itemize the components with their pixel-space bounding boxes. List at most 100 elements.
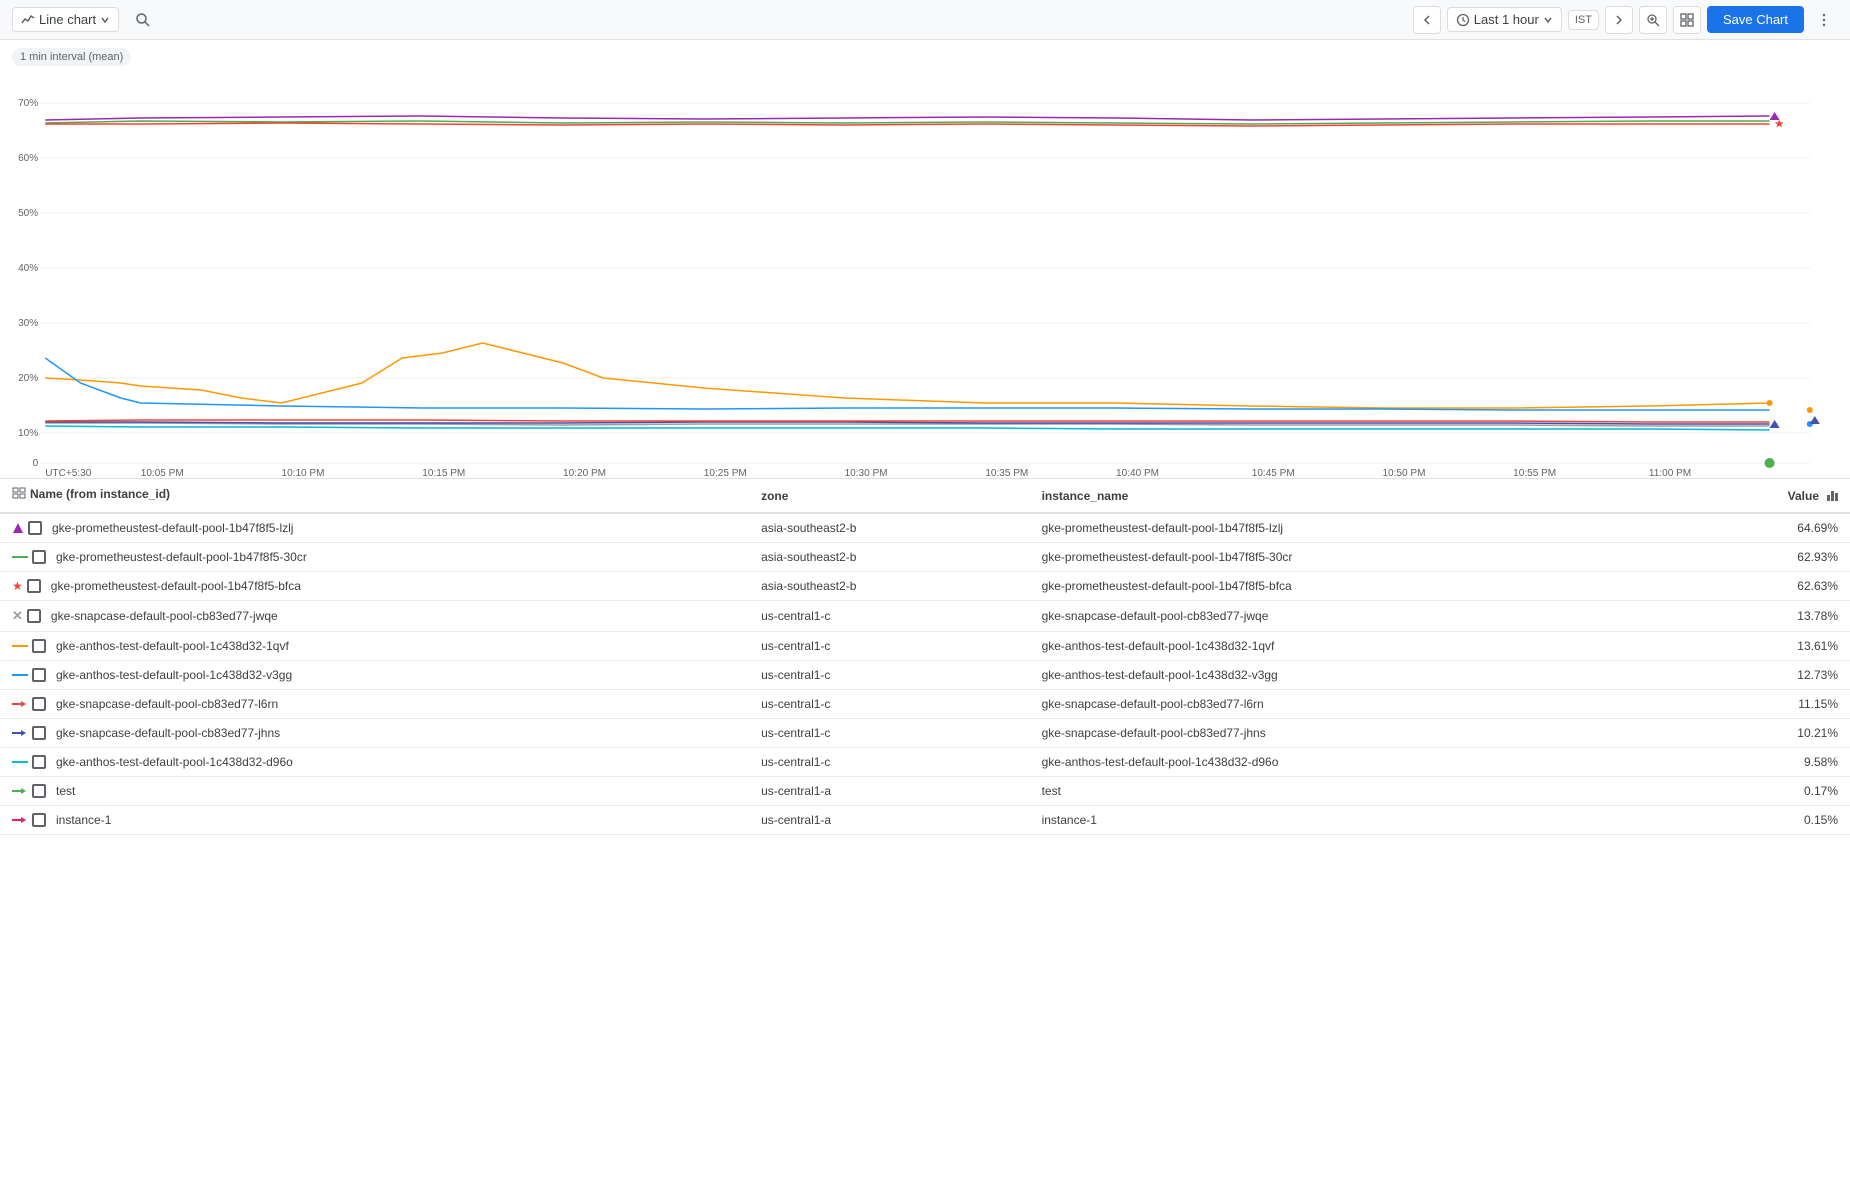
row-checkbox[interactable] xyxy=(32,755,46,769)
svg-text:10:20 PM: 10:20 PM xyxy=(563,468,606,478)
cell-instance: gke-anthos-test-default-pool-1c438d32-v3… xyxy=(1030,661,1676,690)
expand-button[interactable] xyxy=(1673,6,1701,34)
cell-name: gke-anthos-test-default-pool-1c438d32-d9… xyxy=(0,748,749,777)
cell-zone: us-central1-c xyxy=(749,632,1030,661)
table-row: ✕ gke-snapcase-default-pool-cb83ed77-jwq… xyxy=(0,601,1850,632)
toolbar: Line chart Last 1 hour xyxy=(0,0,1850,40)
row-checkbox[interactable] xyxy=(27,579,41,593)
time-chevron-down-icon xyxy=(1543,15,1553,25)
cell-value: 9.58% xyxy=(1675,748,1850,777)
row-checkbox[interactable] xyxy=(32,697,46,711)
cell-value: 62.63% xyxy=(1675,572,1850,601)
chart-svg: 70% 60% 50% 40% 30% 20% 10% 0 UTC+5:30 1… xyxy=(0,48,1850,478)
table-icon xyxy=(12,487,26,501)
cell-value: 13.78% xyxy=(1675,601,1850,632)
row-name-text: gke-prometheustest-default-pool-1b47f8f5… xyxy=(56,550,307,564)
table-row: instance-1 us-central1-a instance-1 0.15… xyxy=(0,806,1850,835)
col-name-label: Name (from instance_id) xyxy=(30,487,170,501)
svg-text:20%: 20% xyxy=(18,373,38,384)
cell-zone: us-central1-c xyxy=(749,690,1030,719)
marker-line-icon xyxy=(12,641,28,651)
table-container: Name (from instance_id) zone instance_na… xyxy=(0,479,1850,835)
svg-text:11:00 PM: 11:00 PM xyxy=(1649,468,1691,478)
cell-instance: gke-snapcase-default-pool-cb83ed77-jwqe xyxy=(1030,601,1676,632)
row-checkbox[interactable] xyxy=(32,550,46,564)
save-chart-button[interactable]: Save Chart xyxy=(1707,6,1804,33)
svg-text:10:55 PM: 10:55 PM xyxy=(1513,468,1556,478)
row-checkbox[interactable] xyxy=(28,521,42,535)
cell-instance: test xyxy=(1030,777,1676,806)
svg-text:40%: 40% xyxy=(18,263,38,274)
cell-name: gke-snapcase-default-pool-cb83ed77-jhns xyxy=(0,719,749,748)
marker-arrow-icon xyxy=(12,699,28,709)
row-checkbox[interactable] xyxy=(27,609,41,623)
row-name-text: gke-snapcase-default-pool-cb83ed77-jhns xyxy=(56,726,280,740)
prev-time-button[interactable] xyxy=(1413,6,1441,34)
table-row: gke-anthos-test-default-pool-1c438d32-d9… xyxy=(0,748,1850,777)
svg-text:70%: 70% xyxy=(18,98,38,109)
col-header-zone[interactable]: zone xyxy=(749,479,1030,513)
cell-name: ✕ gke-snapcase-default-pool-cb83ed77-jwq… xyxy=(0,601,749,632)
cell-value: 0.17% xyxy=(1675,777,1850,806)
time-range-button[interactable]: Last 1 hour xyxy=(1447,7,1562,32)
cell-instance: gke-snapcase-default-pool-cb83ed77-jhns xyxy=(1030,719,1676,748)
marker-line-icon xyxy=(12,757,28,767)
cell-instance: gke-anthos-test-default-pool-1c438d32-d9… xyxy=(1030,748,1676,777)
col-header-name[interactable]: Name (from instance_id) xyxy=(0,479,749,513)
cell-zone: us-central1-c xyxy=(749,748,1030,777)
cell-instance: gke-prometheustest-default-pool-1b47f8f5… xyxy=(1030,513,1676,543)
svg-text:★: ★ xyxy=(1775,119,1784,130)
cell-zone: asia-southeast2-b xyxy=(749,543,1030,572)
row-name-text: gke-prometheustest-default-pool-1b47f8f5… xyxy=(52,521,293,535)
table-row: gke-anthos-test-default-pool-1c438d32-v3… xyxy=(0,661,1850,690)
cell-name: gke-prometheustest-default-pool-1b47f8f5… xyxy=(0,513,749,543)
cell-instance: gke-snapcase-default-pool-cb83ed77-l6rn xyxy=(1030,690,1676,719)
col-header-value[interactable]: Value xyxy=(1675,479,1850,513)
search-icon xyxy=(135,12,151,28)
interval-badge: 1 min interval (mean) xyxy=(12,48,131,66)
chart-type-label: Line chart xyxy=(39,12,96,27)
next-time-button[interactable] xyxy=(1605,6,1633,34)
col-header-instance[interactable]: instance_name xyxy=(1030,479,1676,513)
svg-text:10:35 PM: 10:35 PM xyxy=(985,468,1028,478)
chart-type-button[interactable]: Line chart xyxy=(12,7,119,32)
svg-text:30%: 30% xyxy=(18,318,38,329)
expand-icon xyxy=(1680,13,1694,27)
chart-svg-wrapper[interactable]: 70% 60% 50% 40% 30% 20% 10% 0 UTC+5:30 1… xyxy=(0,48,1850,478)
row-checkbox[interactable] xyxy=(32,784,46,798)
search-button[interactable] xyxy=(127,4,159,36)
table-row: ★ gke-prometheustest-default-pool-1b47f8… xyxy=(0,572,1850,601)
cell-zone: us-central1-c xyxy=(749,601,1030,632)
svg-text:10:40 PM: 10:40 PM xyxy=(1116,468,1159,478)
svg-text:10:10 PM: 10:10 PM xyxy=(282,468,325,478)
row-checkbox[interactable] xyxy=(32,639,46,653)
svg-text:10:05 PM: 10:05 PM xyxy=(141,468,184,478)
clock-icon xyxy=(1456,13,1470,27)
row-checkbox[interactable] xyxy=(32,726,46,740)
toolbar-right: Last 1 hour IST xyxy=(1413,6,1838,34)
value-viz-icon xyxy=(1827,491,1838,501)
row-name-text: gke-anthos-test-default-pool-1c438d32-v3… xyxy=(56,668,292,682)
cell-name: instance-1 xyxy=(0,806,749,835)
row-checkbox[interactable] xyxy=(32,668,46,682)
svg-text:10:25 PM: 10:25 PM xyxy=(704,468,747,478)
table-header-row: Name (from instance_id) zone instance_na… xyxy=(0,479,1850,513)
cell-instance: gke-prometheustest-default-pool-1b47f8f5… xyxy=(1030,572,1676,601)
marker-line-icon xyxy=(12,670,28,680)
zoom-button[interactable] xyxy=(1639,6,1667,34)
marker-triangle-icon xyxy=(12,522,24,534)
cell-name: gke-snapcase-default-pool-cb83ed77-l6rn xyxy=(0,690,749,719)
marker-x-icon: ✕ xyxy=(12,608,23,624)
chevron-right-icon xyxy=(1613,14,1625,26)
row-name-text: gke-prometheustest-default-pool-1b47f8f5… xyxy=(51,579,301,593)
more-vert-icon xyxy=(1816,12,1832,28)
cell-instance: instance-1 xyxy=(1030,806,1676,835)
timezone-badge[interactable]: IST xyxy=(1568,10,1599,30)
cell-zone: us-central1-a xyxy=(749,806,1030,835)
cell-zone: asia-southeast2-b xyxy=(749,572,1030,601)
line-chart-icon xyxy=(21,13,35,27)
row-checkbox[interactable] xyxy=(32,813,46,827)
more-options-button[interactable] xyxy=(1810,6,1838,34)
cell-value: 0.15% xyxy=(1675,806,1850,835)
table-row: gke-snapcase-default-pool-cb83ed77-l6rn … xyxy=(0,690,1850,719)
